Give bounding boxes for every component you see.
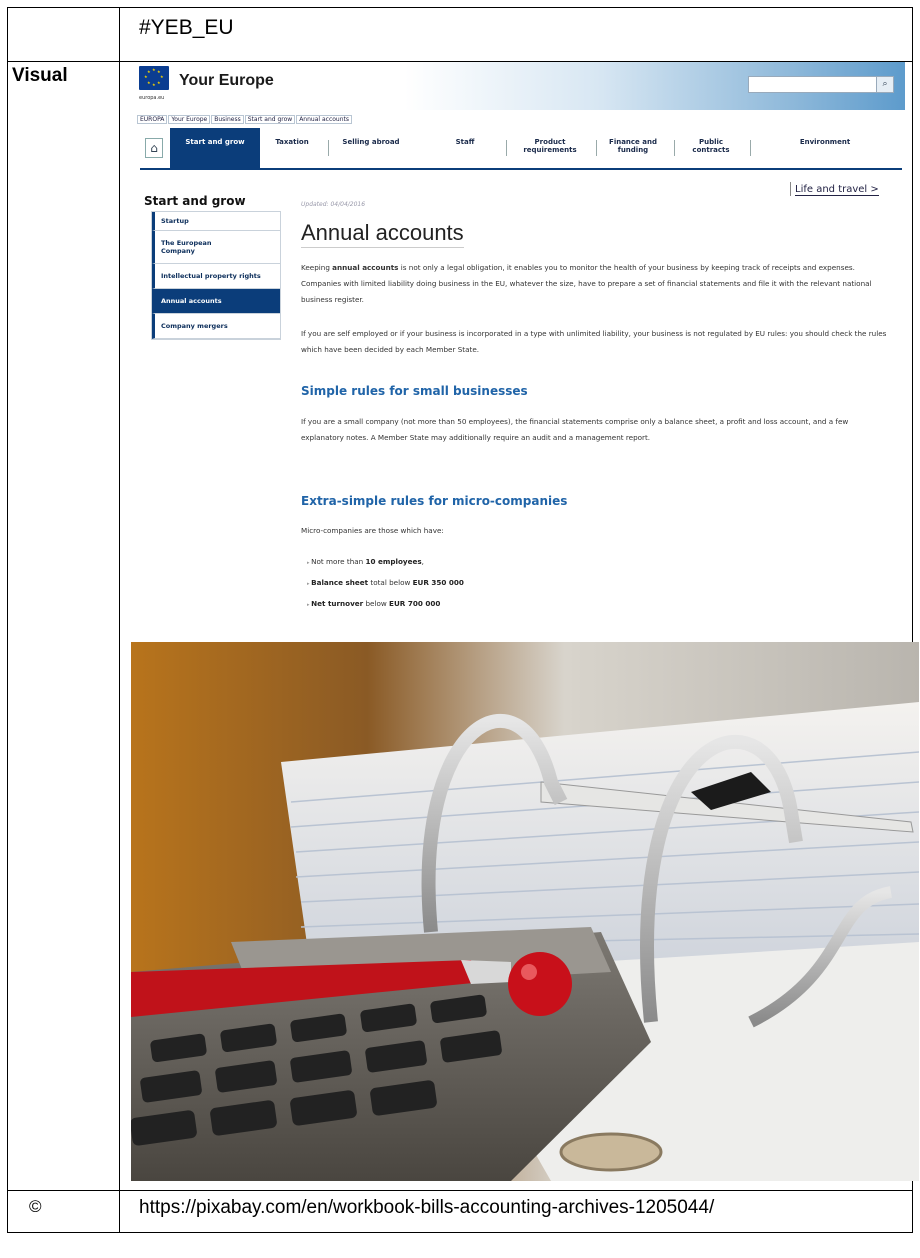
nav-environment[interactable]: Environment xyxy=(770,128,880,168)
nav-product-requirements[interactable]: Product requirements xyxy=(510,128,590,168)
nav-divider xyxy=(596,140,597,156)
nav-divider xyxy=(506,140,507,156)
intro-text: Keeping xyxy=(301,263,333,272)
bullet-text: total below xyxy=(368,578,413,587)
eu-flag-logo: ★ ★ ★ ★ ★ ★ ★ ★ xyxy=(139,66,169,90)
intro-paragraph: Keeping annual accounts is not only a le… xyxy=(301,260,891,308)
sidebar-item-company-mergers[interactable]: Company mergers xyxy=(152,314,280,339)
visual-cell: ★ ★ ★ ★ ★ ★ ★ ★ europa.eu Your Europe ⌕ xyxy=(119,61,919,1191)
nav-selling-abroad[interactable]: Selling abroad xyxy=(332,128,410,168)
criteria-list: Not more than 10 employees, Balance shee… xyxy=(307,552,464,615)
heading-small-businesses: Simple rules for small businesses xyxy=(301,384,528,398)
empty-cell xyxy=(7,7,120,62)
breadcrumb-item[interactable]: Business xyxy=(211,115,244,124)
list-item: Balance sheet total below EUR 350 000 xyxy=(307,573,464,594)
sidebar-title: Start and grow xyxy=(144,194,246,208)
site-header: ★ ★ ★ ★ ★ ★ ★ ★ europa.eu Your Europe ⌕ xyxy=(135,62,905,110)
breadcrumb-item[interactable]: Start and grow xyxy=(244,115,296,124)
sidebar-item-startup[interactable]: Startup xyxy=(152,212,280,231)
list-item: Not more than 10 employees, xyxy=(307,552,464,573)
intro-bold: annual accounts xyxy=(332,263,399,272)
nav-divider xyxy=(674,140,675,156)
life-divider xyxy=(790,182,791,196)
bullet-bold: 10 employees xyxy=(365,557,422,566)
sidebar-item-annual-accounts[interactable]: Annual accounts xyxy=(152,289,280,314)
document-table: #YEB_EU Visual ★ ★ ★ ★ ★ ★ ★ ★ europa.eu… xyxy=(7,7,919,1233)
updated-date: Updated: 04/04/2016 xyxy=(301,201,366,208)
nav-finance-and-funding[interactable]: Finance and funding xyxy=(600,128,666,168)
bullet-text: below xyxy=(363,599,390,608)
sidebar-item-european-company[interactable]: The European Company xyxy=(152,231,232,263)
copyright-symbol: © xyxy=(7,1190,120,1233)
nav-public-contracts[interactable]: Public contracts xyxy=(680,128,742,168)
bullet-bold: Balance sheet xyxy=(311,578,369,587)
site-title: Your Europe xyxy=(179,72,274,89)
nav-start-and-grow[interactable]: Start and grow xyxy=(170,128,260,168)
source-url[interactable]: https://pixabay.com/en/workbook-bills-ac… xyxy=(119,1190,913,1233)
search-input[interactable]: ⌕ xyxy=(748,76,894,93)
paragraph-micro: Micro-companies are those which have: xyxy=(301,526,444,535)
bullet-bold: EUR 700 000 xyxy=(389,599,441,608)
nav-staff[interactable]: Staff xyxy=(440,128,490,168)
life-and-travel-link[interactable]: Life and travel > xyxy=(795,184,879,196)
binder-hole xyxy=(559,1132,663,1172)
nav-divider xyxy=(750,140,751,156)
breadcrumb: EUROPA Your Europe Business Start and grow A… xyxy=(137,115,353,124)
bullet-text: Not more than xyxy=(311,557,366,566)
page-title: Annual accounts xyxy=(301,220,464,248)
hashtag-row: #YEB_EU xyxy=(7,7,913,62)
breadcrumb-item[interactable]: EUROPA xyxy=(137,115,168,124)
visual-label: Visual xyxy=(7,61,120,1191)
bullet-text: , xyxy=(421,557,424,566)
website-screenshot: ★ ★ ★ ★ ★ ★ ★ ★ europa.eu Your Europe ⌕ xyxy=(135,62,905,622)
hashtag: #YEB_EU xyxy=(119,7,913,62)
paragraph-small-company: If you are a small company (not more tha… xyxy=(301,417,849,442)
binder-calculator-photo xyxy=(131,642,919,1181)
nav-divider xyxy=(328,140,329,156)
sidebar-menu: Startup The European Company Intellectua… xyxy=(151,211,281,340)
sidebar-item-intellectual-property[interactable]: Intellectual property rights xyxy=(152,264,280,289)
paragraph-eu-rules: If you are self employed or if your busi… xyxy=(301,329,887,354)
copyright-row: © https://pixabay.com/en/workbook-bills-… xyxy=(7,1190,913,1233)
breadcrumb-item[interactable]: Your Europe xyxy=(168,115,211,124)
nav-taxation[interactable]: Taxation xyxy=(262,128,322,168)
red-pen-ball xyxy=(508,952,572,1016)
main-navigation: ⌂ Start and grow Taxation Selling abroad… xyxy=(140,128,902,170)
bullet-bold: Net turnover xyxy=(311,599,364,608)
breadcrumb-item[interactable]: Annual accounts xyxy=(296,115,352,124)
visual-row: Visual ★ ★ ★ ★ ★ ★ ★ ★ europa.eu Your Eu… xyxy=(7,61,919,1191)
site-url: europa.eu xyxy=(139,95,165,101)
bullet-bold: EUR 350 000 xyxy=(412,578,464,587)
list-item: Net turnover below EUR 700 000 xyxy=(307,594,464,615)
home-icon[interactable]: ⌂ xyxy=(145,138,163,158)
magnifier-icon[interactable]: ⌕ xyxy=(876,77,893,92)
heading-micro-companies: Extra-simple rules for micro-companies xyxy=(301,494,568,508)
